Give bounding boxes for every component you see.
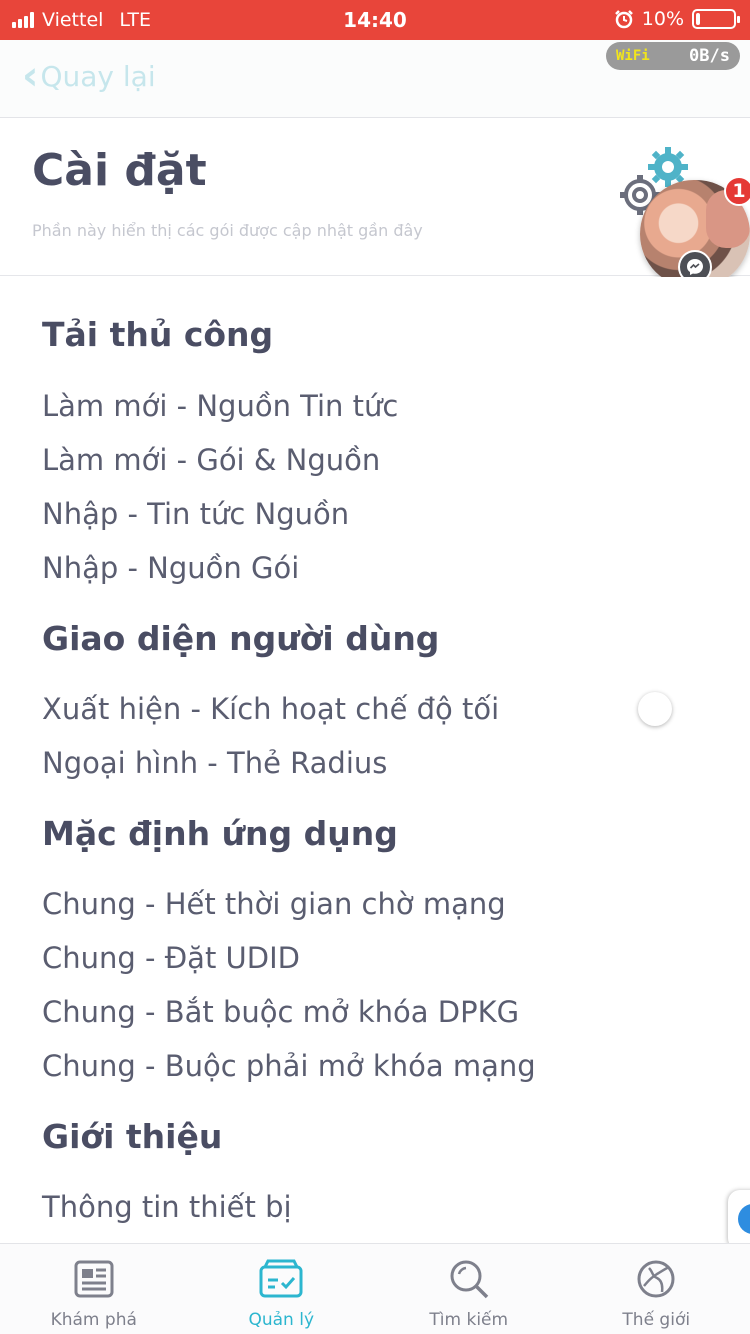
- newspaper-icon: [74, 1260, 114, 1298]
- assistive-edge-handle[interactable]: [728, 1190, 750, 1243]
- package-box-icon: [259, 1259, 303, 1298]
- tab-explore[interactable]: Khám phá: [0, 1244, 188, 1334]
- status-right: 10%: [614, 8, 740, 30]
- dark-mode-toggle[interactable]: [638, 692, 672, 726]
- section-title-user-interface: Giao diện người dùng: [42, 619, 440, 658]
- row-import-news-sources[interactable]: Nhập - Tin tức Nguồn: [42, 497, 349, 531]
- row-force-unlock-network[interactable]: Chung - Buộc phải mở khóa mạng: [42, 1049, 536, 1083]
- page-subtitle: Phần này hiển thị các gói được cập nhật …: [32, 221, 423, 240]
- row-card-radius[interactable]: Ngoại hình - Thẻ Radius: [42, 746, 387, 780]
- tab-world[interactable]: Thế giới: [563, 1244, 750, 1334]
- row-force-unlock-dpkg[interactable]: Chung - Bắt buộc mở khóa DPKG: [42, 995, 519, 1029]
- tab-search[interactable]: Tìm kiếm: [375, 1244, 563, 1334]
- battery-percent: 10%: [641, 8, 684, 30]
- chat-unread-badge: 1: [724, 176, 750, 206]
- tab-manage-label: Quản lý: [248, 1310, 315, 1330]
- battery-icon: [692, 9, 740, 29]
- row-network-timeout[interactable]: Chung - Hết thời gian chờ mạng: [42, 887, 506, 921]
- row-dark-mode[interactable]: Xuất hiện - Kích hoạt chế độ tối: [42, 692, 499, 726]
- chevron-left-icon: ‹: [22, 53, 39, 99]
- battery-level-fill: [696, 13, 700, 25]
- alarm-icon: [614, 10, 633, 29]
- search-icon: [450, 1260, 488, 1299]
- page-header: Cài đặt Phần này hiển thị các gói được c…: [0, 119, 750, 276]
- wifi-label: WiFi: [616, 48, 650, 64]
- globe-icon: [637, 1260, 675, 1298]
- tab-bar: Khám phá Quản lý Tìm kiếm Thế giới: [0, 1243, 750, 1334]
- settings-list: Tải thủ công Làm mới - Nguồn Tin tức Làm…: [0, 277, 750, 1243]
- section-title-manual-download: Tải thủ công: [42, 315, 274, 354]
- tab-explore-label: Khám phá: [50, 1310, 137, 1330]
- page-title: Cài đặt: [32, 145, 207, 196]
- row-device-info[interactable]: Thông tin thiết bị: [42, 1190, 292, 1224]
- row-refresh-packages-sources[interactable]: Làm mới - Gói & Nguồn: [42, 443, 380, 477]
- network-speed-badge: WiFi 0B/s: [606, 42, 740, 70]
- back-label: Quay lại: [40, 59, 156, 93]
- tab-world-label: Thế giới: [622, 1310, 691, 1330]
- status-bar: Viettel LTE 14:40 10%: [0, 0, 750, 40]
- tab-manage[interactable]: Quản lý: [188, 1244, 376, 1334]
- row-set-udid[interactable]: Chung - Đặt UDID: [42, 941, 300, 975]
- row-import-package-sources[interactable]: Nhập - Nguồn Gói: [42, 551, 299, 585]
- tab-search-label: Tìm kiếm: [429, 1310, 509, 1330]
- navigation-bar: ‹ Quay lại WiFi 0B/s: [0, 40, 750, 118]
- back-button[interactable]: ‹ Quay lại: [22, 53, 156, 99]
- section-title-about: Giới thiệu: [42, 1117, 223, 1156]
- row-refresh-news-sources[interactable]: Làm mới - Nguồn Tin tức: [42, 389, 398, 423]
- section-title-app-defaults: Mặc định ứng dụng: [42, 814, 398, 853]
- speed-label: 0B/s: [689, 46, 730, 66]
- handle-dot-icon: [738, 1204, 750, 1234]
